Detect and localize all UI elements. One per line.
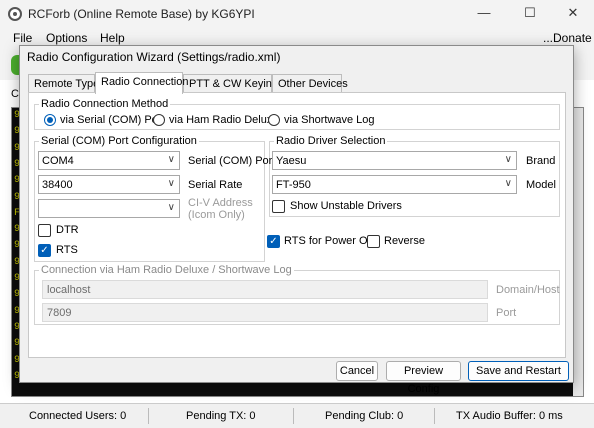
dialog-title: Radio Configuration Wizard (Settings/rad… bbox=[27, 50, 281, 64]
rts-power-on-label: RTS for Power On bbox=[284, 235, 374, 247]
maximize-button[interactable]: ☐ bbox=[508, 0, 552, 28]
tab-other-devices[interactable]: Other Devices bbox=[272, 74, 348, 93]
chevron-down-icon: ∨ bbox=[504, 154, 512, 165]
cancel-button[interactable]: Cancel bbox=[336, 361, 378, 381]
domain-host-field[interactable]: localhost bbox=[42, 280, 488, 299]
radio-shortwave-log-label: via Shortwave Log bbox=[284, 114, 375, 126]
model-select[interactable]: FT-950 ∨ bbox=[272, 175, 517, 194]
console-scrollbar[interactable] bbox=[573, 108, 583, 396]
radio-ham-radio-deluxe[interactable] bbox=[153, 114, 165, 126]
serial-rate-select[interactable]: 38400 ∨ bbox=[38, 175, 180, 194]
model-value: FT-950 bbox=[276, 179, 311, 191]
status-separator bbox=[434, 408, 435, 424]
serial-config-legend: Serial (COM) Port Configuration bbox=[39, 135, 199, 147]
hrd-port-field[interactable]: 7809 bbox=[42, 303, 488, 322]
serial-port-label: Serial (COM) Port bbox=[188, 155, 276, 167]
radio-serial-port-label: via Serial (COM) Port bbox=[60, 114, 165, 126]
show-unstable-drivers-checkbox[interactable] bbox=[272, 200, 285, 213]
app-icon bbox=[8, 7, 22, 21]
brand-value: Yaesu bbox=[276, 155, 307, 167]
dtr-checkbox[interactable] bbox=[38, 224, 51, 237]
radio-serial-port[interactable] bbox=[44, 114, 56, 126]
rts-checkbox[interactable]: ✓ bbox=[38, 244, 51, 257]
reverse-checkbox[interactable] bbox=[367, 235, 380, 248]
status-tx-audio-buffer: TX Audio Buffer: 0 ms bbox=[456, 410, 563, 422]
reverse-label: Reverse bbox=[384, 235, 425, 247]
chevron-down-icon: ∨ bbox=[504, 178, 512, 189]
save-and-restart-button[interactable]: Save and Restart bbox=[468, 361, 569, 381]
hrd-connection-legend: Connection via Ham Radio Deluxe / Shortw… bbox=[39, 264, 294, 276]
radio-shortwave-log[interactable] bbox=[268, 114, 280, 126]
main-tab-label[interactable]: C bbox=[11, 88, 19, 100]
serial-port-select[interactable]: COM4 ∨ bbox=[38, 151, 180, 170]
tab-remote-type[interactable]: Remote Type bbox=[28, 74, 99, 93]
serial-port-value: COM4 bbox=[42, 155, 74, 167]
civ-address-label: CI-V Address (Icom Only) bbox=[188, 197, 253, 221]
serial-rate-value: 38400 bbox=[42, 179, 73, 191]
dtr-label: DTR bbox=[56, 224, 79, 236]
main-window-title: RCForb (Online Remote Base) by KG6YPI bbox=[28, 7, 255, 21]
status-connected-users: Connected Users: 0 bbox=[29, 410, 127, 422]
model-label: Model bbox=[526, 179, 556, 191]
rts-power-on-checkbox[interactable]: ✓ bbox=[267, 235, 280, 248]
domain-host-value: localhost bbox=[47, 284, 91, 296]
chevron-down-icon: ∨ bbox=[167, 178, 175, 189]
civ-address-select[interactable]: ∨ bbox=[38, 199, 180, 218]
status-pending-tx: Pending TX: 0 bbox=[186, 410, 256, 422]
serial-rate-label: Serial Rate bbox=[188, 179, 243, 191]
preview-config-button[interactable]: Preview Config bbox=[386, 361, 461, 395]
menu-file[interactable]: File bbox=[13, 31, 32, 45]
chevron-down-icon: ∨ bbox=[167, 202, 175, 213]
tab-radio-connection[interactable]: Radio Connection bbox=[95, 72, 188, 94]
connection-method-legend: Radio Connection Method bbox=[39, 98, 171, 110]
driver-selection-legend: Radio Driver Selection bbox=[274, 135, 388, 147]
rts-label: RTS bbox=[56, 244, 78, 256]
close-button[interactable]: ✕ bbox=[551, 0, 594, 28]
status-pending-club: Pending Club: 0 bbox=[325, 410, 404, 422]
status-separator bbox=[293, 408, 294, 424]
radio-ham-radio-deluxe-label: via Ham Radio Deluxe bbox=[169, 114, 279, 126]
menu-options[interactable]: Options bbox=[46, 31, 87, 45]
brand-select[interactable]: Yaesu ∨ bbox=[272, 151, 517, 170]
menu-help[interactable]: Help bbox=[100, 31, 125, 45]
domain-host-label: Domain/Host bbox=[496, 284, 560, 296]
hrd-port-label: Port bbox=[496, 307, 517, 319]
brand-label: Brand bbox=[526, 155, 556, 167]
chevron-down-icon: ∨ bbox=[167, 154, 175, 165]
tab-ptt-cw-keying[interactable]: PTT & CW Keying bbox=[183, 74, 278, 93]
minimize-button[interactable]: — bbox=[462, 0, 506, 28]
hrd-port-value: 7809 bbox=[47, 307, 72, 319]
status-separator bbox=[148, 408, 149, 424]
show-unstable-drivers-label: Show Unstable Drivers bbox=[290, 200, 402, 212]
menu-donate[interactable]: ...Donate bbox=[543, 31, 592, 45]
